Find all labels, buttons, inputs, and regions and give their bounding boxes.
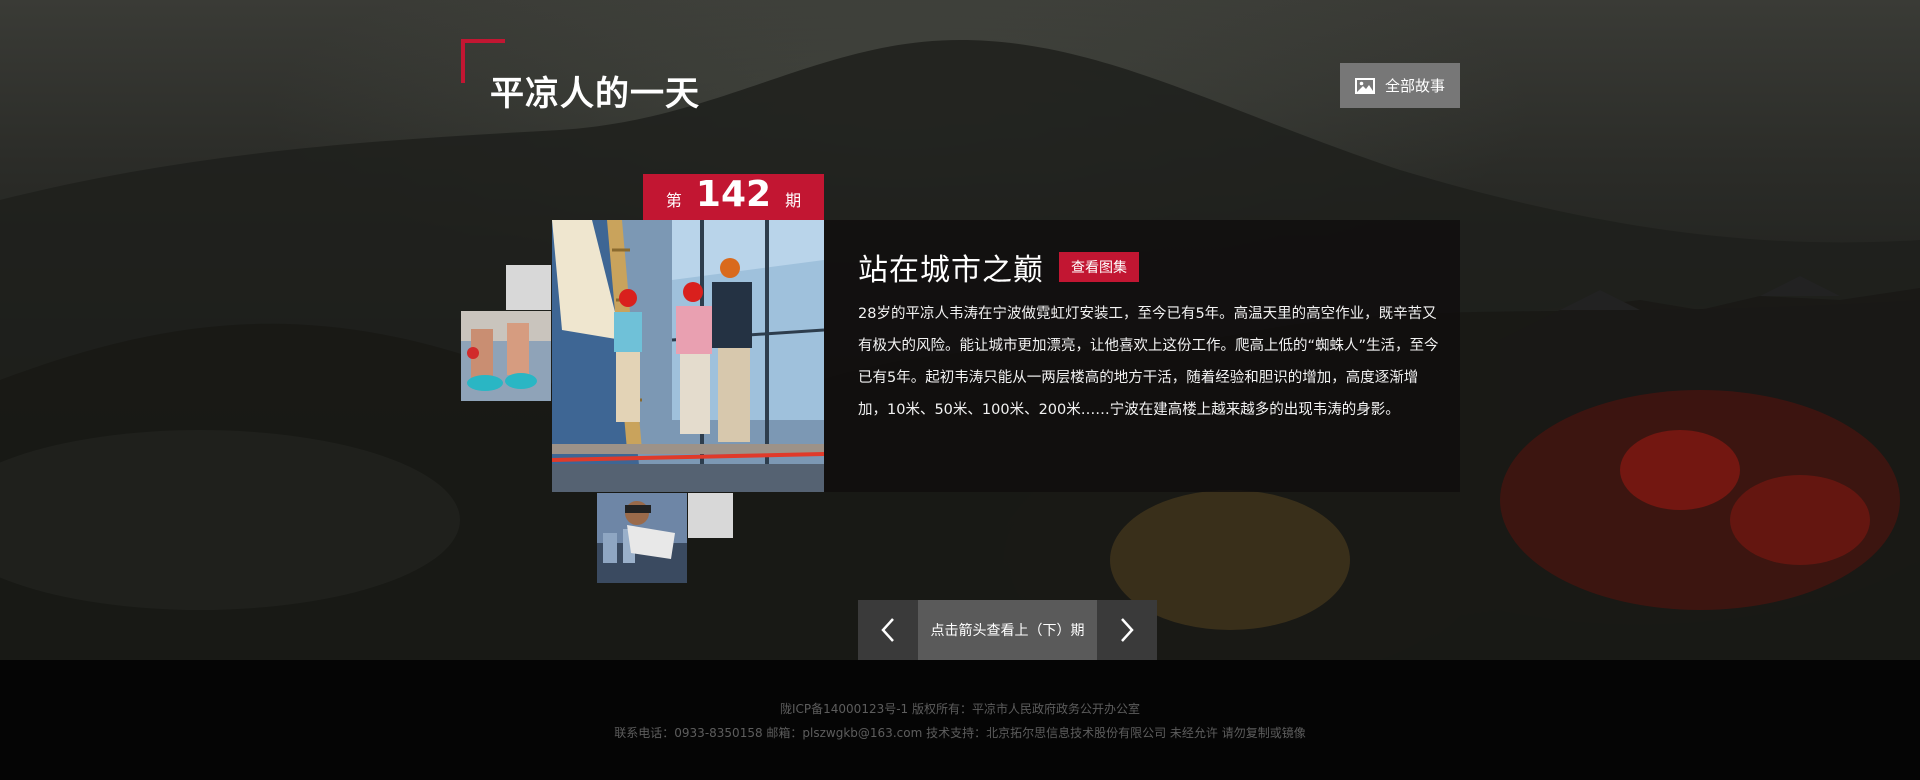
chevron-right-icon xyxy=(1121,618,1134,642)
issue-suffix: 期 xyxy=(785,191,802,210)
all-stories-label: 全部故事 xyxy=(1384,77,1445,95)
issue-number: 142 xyxy=(695,174,772,215)
image-icon xyxy=(1354,77,1375,94)
view-gallery-button[interactable]: 查看图集 xyxy=(1059,252,1139,282)
page-title: 平凉人的一天 xyxy=(490,74,700,114)
mosaic-tile-blank xyxy=(688,493,733,538)
story-description: 28岁的平凉人韦涛在宁波做霓虹灯安装工，至今已有5年。高温天里的高空作业，既辛苦… xyxy=(858,306,1439,418)
next-issue-button[interactable] xyxy=(1097,600,1157,660)
all-stories-button[interactable]: 全部故事 xyxy=(1340,63,1460,108)
mosaic-tile-blank xyxy=(506,265,551,310)
mosaic-tile-photo-worker[interactable] xyxy=(597,493,687,583)
footer-copyright: 陇ICP备14000123号-1 版权所有：平凉市人民政府政务公开办公室 xyxy=(779,702,1140,716)
issue-badge: 第 142 期 xyxy=(643,174,824,220)
pager-hint: 点击箭头查看上（下）期 xyxy=(918,600,1097,660)
prev-issue-button[interactable] xyxy=(858,600,918,660)
footer-contact: 联系电话：0933-8350158 邮箱：plszwgkb@163.com 技术… xyxy=(614,726,1306,740)
chevron-left-icon xyxy=(881,618,894,642)
story-title: 站在城市之巅 xyxy=(858,253,1044,288)
footer: 陇ICP备14000123号-1 版权所有：平凉市人民政府政务公开办公室 联系电… xyxy=(0,660,1920,780)
story-main-photo[interactable] xyxy=(552,220,824,492)
issue-prefix: 第 xyxy=(665,191,682,210)
mosaic-tile-photo-feet[interactable] xyxy=(461,311,551,401)
